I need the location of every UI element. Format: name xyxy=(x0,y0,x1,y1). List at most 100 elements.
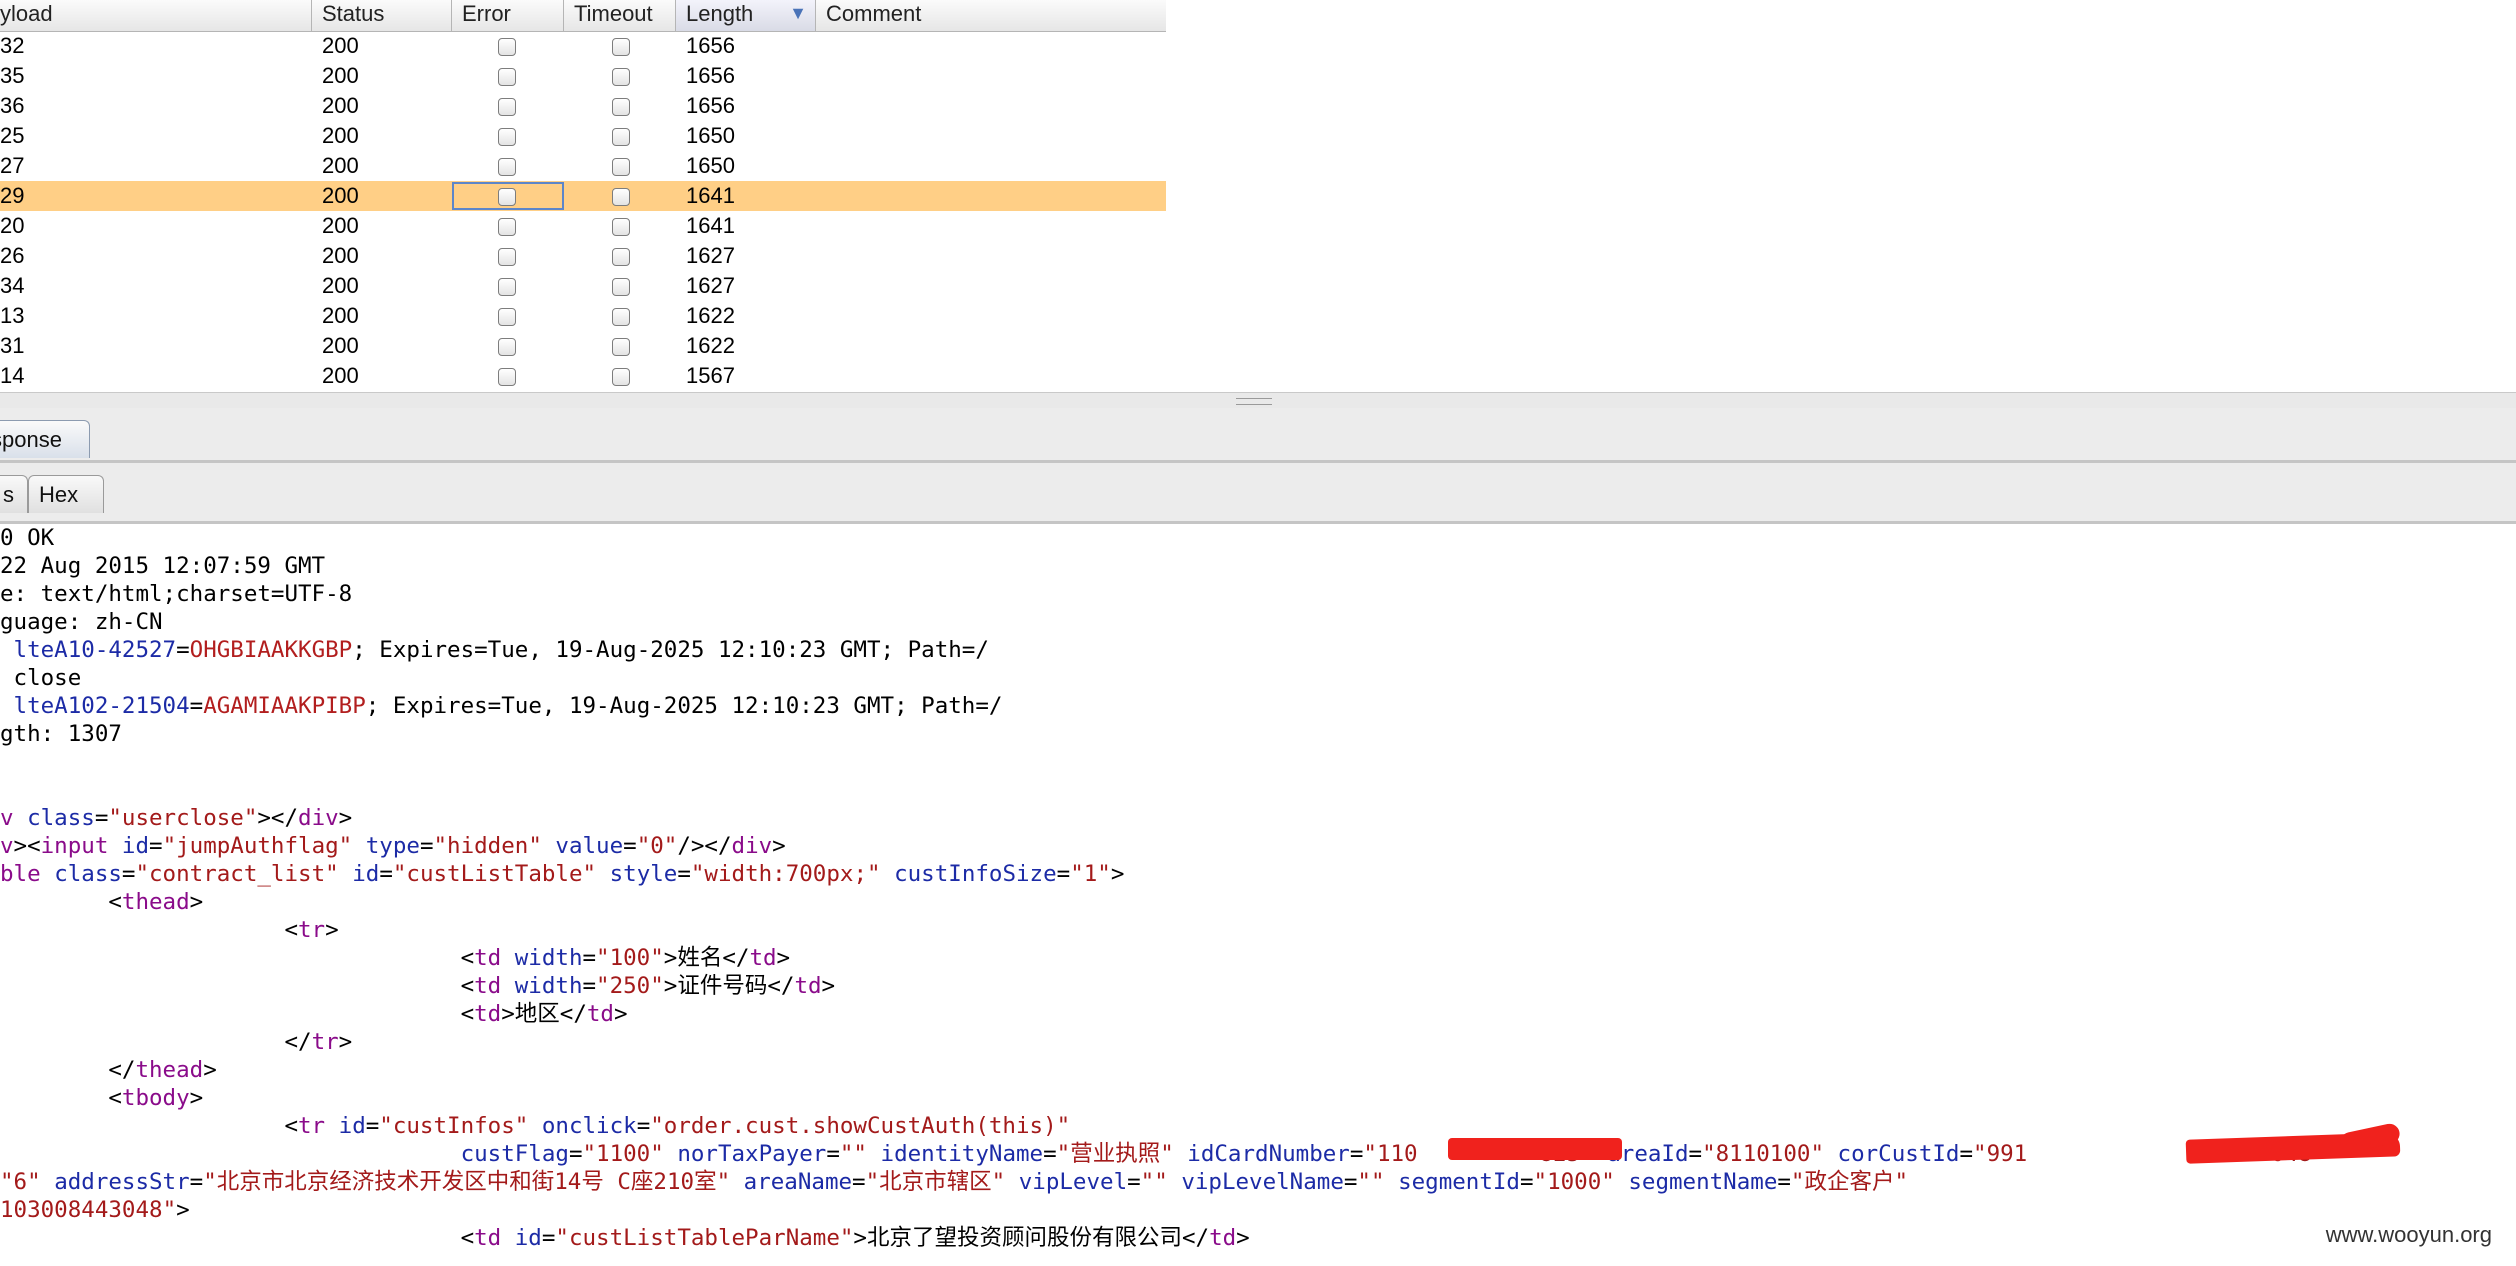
code-line: <td>地区</td> xyxy=(0,1001,628,1027)
table-row[interactable]: 14 200 1567 xyxy=(0,361,1166,391)
cell-payload: 29 xyxy=(0,183,25,208)
timeout-checkbox[interactable] xyxy=(612,68,630,86)
column-header-status[interactable]: Status xyxy=(312,0,452,31)
code-line: "6" addressStr="北京市北京经济技术开发区中和街14号 C座210… xyxy=(0,1169,1909,1195)
table-row[interactable]: 27 200 1650 xyxy=(0,151,1166,181)
table-row[interactable]: 20 200 1641 xyxy=(0,211,1166,241)
cell-length: 1650 xyxy=(686,123,735,148)
error-checkbox[interactable] xyxy=(498,368,516,386)
error-checkbox[interactable] xyxy=(498,248,516,266)
cell-length: 1650 xyxy=(686,153,735,178)
column-header-payload[interactable]: yload xyxy=(0,0,312,31)
cell-status: 200 xyxy=(322,93,359,118)
status-line: 0 OK xyxy=(0,525,55,551)
cell-status: 200 xyxy=(322,213,359,238)
code-line: <tr> xyxy=(0,917,339,943)
cell-payload: 20 xyxy=(0,213,25,238)
code-line: <tr id="custInfos" onclick="order.cust.s… xyxy=(0,1113,1071,1139)
response-content: 0 OK 22 Aug 2015 12:07:59 GMT e: text/html… xyxy=(0,524,2325,1252)
cell-status: 200 xyxy=(322,153,359,178)
error-checkbox[interactable] xyxy=(498,158,516,176)
cell-length: 1656 xyxy=(686,93,735,118)
timeout-checkbox[interactable] xyxy=(612,128,630,146)
cell-length: 1622 xyxy=(686,333,735,358)
cell-status: 200 xyxy=(322,243,359,268)
column-header-error[interactable]: Error xyxy=(452,0,564,31)
timeout-checkbox[interactable] xyxy=(612,98,630,116)
table-row[interactable]: 32 200 1656 xyxy=(0,31,1166,61)
watermark: www.wooyun.org xyxy=(2325,1222,2492,1247)
code-line: </tr> xyxy=(0,1029,353,1055)
table-empty-area xyxy=(1166,0,2516,392)
error-checkbox[interactable] xyxy=(498,338,516,356)
content-length-header: gth: 1307 xyxy=(0,721,122,747)
tab-headers[interactable]: s xyxy=(0,475,28,513)
tab-hex[interactable]: Hex xyxy=(28,475,104,513)
tab-response[interactable]: sponse xyxy=(0,420,90,458)
error-checkbox[interactable] xyxy=(498,98,516,116)
redaction-mark xyxy=(1448,1138,1622,1160)
cell-status: 200 xyxy=(322,363,359,388)
code-line: custFlag="1100" norTaxPayer="" identityN… xyxy=(460,1141,2326,1167)
table-header: yload Status Error Timeout Length ▼ Comme… xyxy=(0,0,1166,32)
code-line: <tbody> xyxy=(0,1085,204,1111)
cell-payload: 26 xyxy=(0,243,25,268)
timeout-checkbox[interactable] xyxy=(612,278,630,296)
timeout-checkbox[interactable] xyxy=(612,248,630,266)
cell-status: 200 xyxy=(322,333,359,358)
error-checkbox[interactable] xyxy=(498,38,516,56)
column-header-timeout[interactable]: Timeout xyxy=(564,0,676,31)
timeout-checkbox[interactable] xyxy=(612,308,630,326)
table-row[interactable]: 29 200 1641 xyxy=(0,181,1166,211)
response-text-area[interactable]: 0 OK 22 Aug 2015 12:07:59 GMT e: text/html… xyxy=(0,524,2516,1266)
cell-payload: 36 xyxy=(0,93,25,118)
error-checkbox[interactable] xyxy=(498,308,516,326)
code-line: </thead> xyxy=(0,1057,217,1083)
cell-length: 1656 xyxy=(686,33,735,58)
content-type-header: e: text/html;charset=UTF-8 xyxy=(0,581,353,607)
cell-payload: 13 xyxy=(0,303,25,328)
content-language-header: guage: zh-CN xyxy=(0,609,163,635)
cell-length: 1656 xyxy=(686,63,735,88)
cell-status: 200 xyxy=(322,183,359,208)
timeout-checkbox[interactable] xyxy=(612,218,630,236)
cell-payload: 25 xyxy=(0,123,25,148)
timeout-checkbox[interactable] xyxy=(612,158,630,176)
code-line: ble class="contract_list" id="custListTa… xyxy=(0,861,1125,887)
code-line: <td width="250">证件号码</td> xyxy=(0,973,836,999)
column-header-length[interactable]: Length ▼ xyxy=(676,0,816,31)
error-checkbox[interactable] xyxy=(498,278,516,296)
sort-descending-icon: ▼ xyxy=(789,3,807,23)
cell-status: 200 xyxy=(322,123,359,148)
error-checkbox[interactable] xyxy=(498,128,516,146)
error-checkbox[interactable] xyxy=(498,68,516,86)
error-checkbox[interactable] xyxy=(498,218,516,236)
cell-length: 1627 xyxy=(686,273,735,298)
code-line: <thead> xyxy=(0,889,204,915)
cell-length: 1622 xyxy=(686,303,735,328)
request-response-tabs: sponse xyxy=(0,408,2516,463)
table-row[interactable]: 34 200 1627 xyxy=(0,271,1166,301)
connection-header: close xyxy=(0,665,82,691)
table-row[interactable]: 36 200 1656 xyxy=(0,91,1166,121)
date-header: 22 Aug 2015 12:07:59 GMT xyxy=(0,553,326,579)
code-line: v class="userclose"></div> xyxy=(0,805,353,831)
cell-status: 200 xyxy=(322,33,359,58)
cell-focus-outline xyxy=(452,182,564,210)
cell-status: 200 xyxy=(322,63,359,88)
timeout-checkbox[interactable] xyxy=(612,338,630,356)
timeout-checkbox[interactable] xyxy=(612,368,630,386)
table-row[interactable]: 26 200 1627 xyxy=(0,241,1166,271)
timeout-checkbox[interactable] xyxy=(612,188,630,206)
cell-length: 1641 xyxy=(686,183,735,208)
timeout-checkbox[interactable] xyxy=(612,38,630,56)
table-row[interactable]: 13 200 1622 xyxy=(0,301,1166,331)
table-row[interactable]: 35 200 1656 xyxy=(0,61,1166,91)
splitter-grip-icon[interactable] xyxy=(1236,398,1272,405)
view-mode-tabs: s Hex xyxy=(0,463,2516,524)
table-row[interactable]: 25 200 1650 xyxy=(0,121,1166,151)
set-cookie-header: lteA102-21504=AGAMIAAKPIBP; Expires=Tue,… xyxy=(13,693,1003,719)
column-header-comment[interactable]: Comment xyxy=(816,0,1166,31)
table-row[interactable]: 31 200 1622 xyxy=(0,331,1166,361)
code-line: v><input id="jumpAuthflag" type="hidden"… xyxy=(0,833,786,859)
